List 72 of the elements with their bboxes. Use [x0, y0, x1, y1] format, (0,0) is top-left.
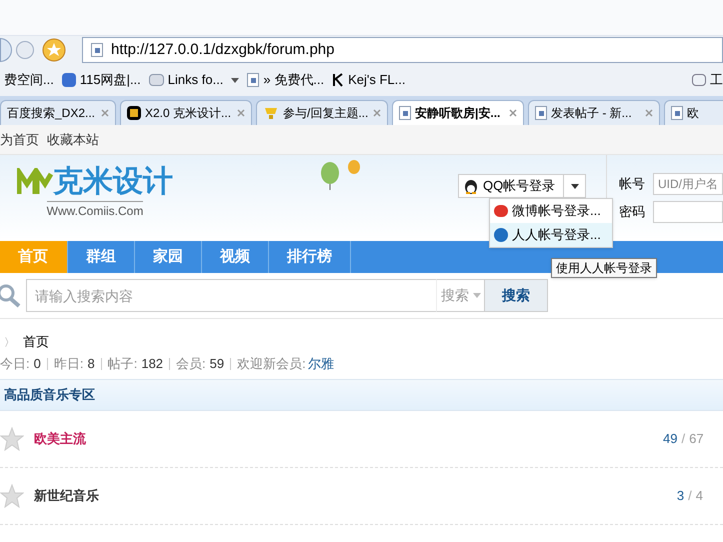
browser-tab[interactable]: 参与/回复主题... — [256, 100, 388, 125]
breadcrumb-link[interactable]: 首页 — [23, 332, 49, 351]
star-icon — [0, 427, 24, 451]
count-separator: / — [688, 488, 692, 504]
top-link[interactable]: 为首页 — [0, 130, 39, 150]
login-menu-item[interactable]: 人人帐号登录... — [490, 223, 612, 247]
address-bar[interactable]: http://127.0.0.1/dzxgbk/forum.php — [82, 37, 723, 63]
star-icon — [0, 484, 24, 508]
page-icon — [91, 43, 103, 57]
top-link[interactable]: 收藏本站 — [47, 130, 99, 150]
member-link[interactable]: 尔雅 — [308, 354, 334, 374]
browser-tab[interactable]: 欧 — [664, 100, 723, 125]
stat-label: 今日: — [0, 355, 30, 374]
breadcrumb-separator: 〉 — [4, 336, 15, 350]
account-field[interactable]: UID/用户名 — [653, 173, 723, 195]
trophy-icon — [263, 106, 279, 120]
stat-value: 59 — [210, 355, 224, 374]
thread-count: 49 — [663, 431, 678, 446]
browser-tab[interactable]: 安静听歌房|安... — [392, 100, 524, 125]
close-icon[interactable] — [373, 109, 381, 117]
page-icon — [399, 106, 411, 120]
browser-tab[interactable]: 发表帖子 - 新... — [528, 100, 660, 125]
section-header: 高品质音乐专区 — [0, 379, 723, 411]
password-field[interactable] — [653, 201, 723, 223]
post-count: 4 — [696, 488, 703, 504]
close-icon[interactable] — [645, 109, 653, 117]
qq-login-button[interactable]: QQ帐号登录 — [458, 174, 586, 198]
post-count: 67 — [689, 431, 704, 446]
tools-button[interactable]: 工 — [692, 70, 723, 90]
penguin-icon — [463, 178, 479, 194]
search-button[interactable]: 搜索 — [484, 279, 548, 312]
stat-label: 欢迎新会员: — [237, 355, 306, 374]
logo-icon — [17, 168, 53, 196]
stat-label: 昨日: — [54, 355, 84, 374]
history-dropdown-icon[interactable] — [16, 41, 34, 59]
page-icon — [247, 73, 260, 87]
thread-count: 3 — [676, 488, 684, 504]
page-icon — [535, 106, 547, 120]
bookmark-item[interactable]: 115网盘|... — [58, 70, 145, 90]
person-icon — [494, 228, 508, 242]
back-button[interactable] — [0, 38, 12, 62]
stat-value: 0 — [34, 355, 41, 374]
count-separator: / — [681, 431, 686, 446]
close-icon[interactable] — [101, 109, 109, 117]
logo-subtitle: Www.Comiis.Com — [46, 201, 144, 220]
page-icon — [671, 106, 683, 120]
bookmark-item[interactable]: Links fo... — [144, 70, 244, 90]
tooltip: 使用人人帐号登录 — [551, 258, 657, 278]
bookmark-icon — [332, 73, 344, 87]
close-icon[interactable] — [237, 109, 245, 117]
logo-icon — [127, 106, 141, 120]
folder-icon — [148, 74, 164, 86]
login-menu-item[interactable]: 微博帐号登录... — [490, 199, 612, 223]
bookmark-item[interactable]: » 免费代... — [243, 70, 328, 90]
account-label: 帐号 — [619, 175, 645, 194]
forum-title[interactable]: 新世纪音乐 — [34, 486, 99, 506]
stat-value: 182 — [141, 355, 164, 374]
stat-label: 帖子: — [108, 355, 138, 374]
eye-icon — [494, 205, 508, 217]
forum-title[interactable]: 欧美主流 — [34, 429, 86, 449]
browser-tab[interactable]: X2.0 克米设计... — [120, 100, 252, 125]
stat-value: 8 — [87, 355, 95, 374]
bookmark-item[interactable]: 费空间... — [0, 70, 58, 90]
url-text: http://127.0.0.1/dzxgbk/forum.php — [111, 40, 334, 60]
stat-label: 会员: — [176, 355, 206, 374]
password-label: 密码 — [619, 203, 645, 222]
bookmark-icon — [62, 73, 76, 87]
logo-text: 克米设计 — [53, 167, 173, 197]
browser-tab[interactable]: 百度搜索_DX2... — [0, 100, 116, 125]
bookmark-item[interactable]: Kej's FL... — [328, 70, 410, 90]
search-icon — [0, 284, 22, 308]
close-icon[interactable] — [509, 109, 517, 117]
